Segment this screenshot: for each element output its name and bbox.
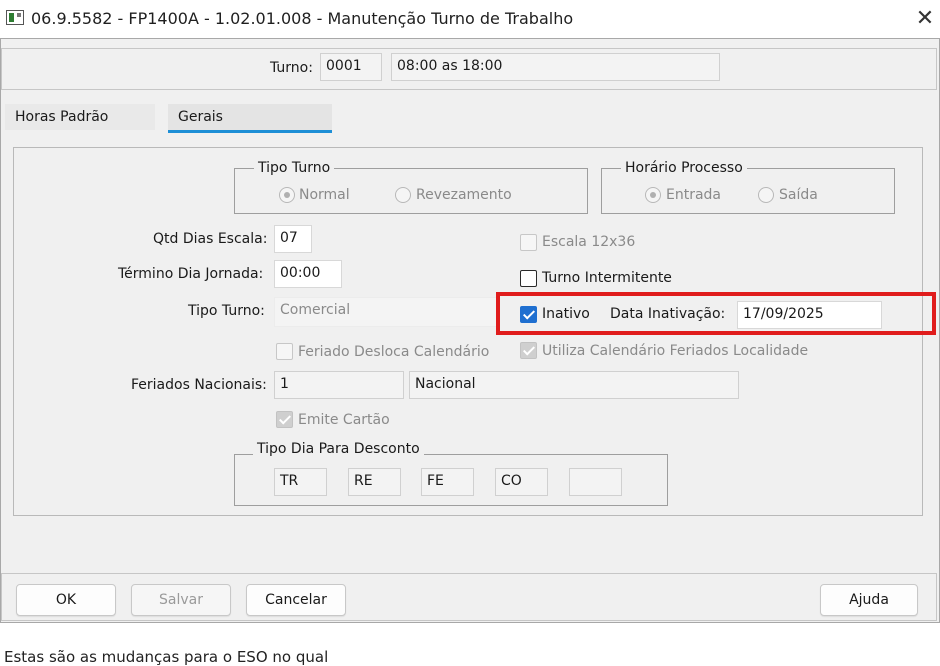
turno-intermitente-checkbox[interactable] [520, 270, 537, 287]
desconto-field-2[interactable]: RE [348, 468, 401, 496]
feriado-desloca-label: Feriado Desloca Calendário [298, 344, 490, 360]
desconto-field-4[interactable]: CO [495, 468, 548, 496]
termino-dia-jornada-field[interactable]: 00:00 [274, 260, 342, 288]
qtd-dias-escala-field[interactable]: 07 [274, 225, 312, 253]
desconto-field-5[interactable] [569, 468, 622, 496]
tab-horas-padrao[interactable]: Horas Padrão [5, 104, 155, 130]
title-bar: 06.9.5582 - FP1400A - 1.02.01.008 - Manu… [0, 0, 940, 38]
tab-gerais[interactable]: Gerais [168, 104, 332, 133]
radio-entrada-label: Entrada [666, 187, 722, 203]
qtd-dias-escala-label: Qtd Dias Escala: [153, 231, 268, 247]
horario-processo-group-title: Horário Processo [621, 160, 747, 176]
ok-button[interactable]: OK [16, 584, 116, 616]
utiliza-calendario-checkbox[interactable] [520, 342, 537, 359]
emite-cartao-label: Emite Cartão [298, 412, 390, 428]
escala-12x36-label: Escala 12x36 [542, 234, 636, 250]
radio-normal-label: Normal [299, 187, 350, 203]
app-icon [6, 10, 24, 25]
salvar-button[interactable]: Salvar [131, 584, 231, 616]
feriados-nacionais-label: Feriados Nacionais: [131, 377, 267, 393]
tipo-turno-select[interactable]: Comercial [274, 297, 500, 327]
tipo-turno-group-title: Tipo Turno [254, 160, 335, 176]
radio-saida[interactable] [758, 187, 774, 203]
window-title: 06.9.5582 - FP1400A - 1.02.01.008 - Manu… [31, 9, 574, 28]
emite-cartao-checkbox[interactable] [276, 411, 293, 428]
tipo-turno-label: Tipo Turno: [188, 303, 265, 319]
ajuda-button[interactable]: Ajuda [820, 584, 918, 616]
turno-label: Turno: [270, 60, 313, 76]
turno-code-field[interactable]: 0001 [320, 53, 382, 81]
highlight-box [496, 292, 936, 335]
radio-revezamento-label: Revezamento [416, 187, 512, 203]
desconto-field-3[interactable]: FE [421, 468, 474, 496]
turno-intermitente-label: Turno Intermitente [542, 270, 672, 286]
feriado-desloca-checkbox[interactable] [276, 343, 293, 360]
cancelar-button[interactable]: Cancelar [246, 584, 346, 616]
footer-text: Estas são as mudanças para o ESO no qual [4, 648, 329, 666]
desconto-field-1[interactable]: TR [274, 468, 327, 496]
radio-revezamento[interactable] [395, 187, 411, 203]
radio-saida-label: Saída [779, 187, 818, 203]
utiliza-calendario-label: Utiliza Calendário Feriados Localidade [542, 343, 809, 359]
radio-entrada[interactable] [645, 187, 661, 203]
radio-normal[interactable] [279, 187, 295, 203]
termino-dia-jornada-label: Término Dia Jornada: [118, 266, 264, 282]
escala-12x36-checkbox[interactable] [520, 234, 537, 251]
tipo-dia-desconto-group-title: Tipo Dia Para Desconto [253, 441, 424, 457]
feriados-nacionais-desc-field[interactable]: Nacional [409, 371, 739, 399]
feriados-nacionais-code-field[interactable]: 1 [274, 371, 404, 399]
turno-desc-field[interactable]: 08:00 as 18:00 [391, 53, 720, 81]
close-icon[interactable]: ✕ [912, 6, 938, 32]
